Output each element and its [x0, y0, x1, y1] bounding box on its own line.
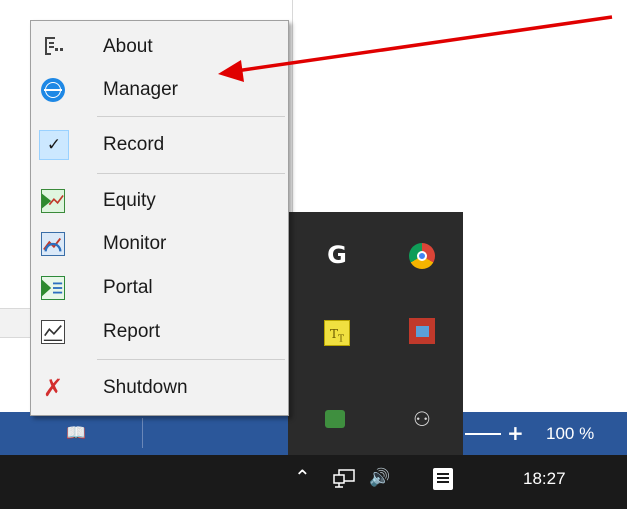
logitech-g-icon[interactable]: G	[324, 242, 350, 268]
menu-label-equity: Equity	[103, 190, 156, 211]
action-center-icon[interactable]	[433, 468, 453, 490]
menu-separator	[97, 173, 285, 174]
menu-label-record: Record	[103, 134, 165, 155]
zoom-level[interactable]: 100 %	[546, 423, 594, 445]
taskbar: ⌃ 🔊 18:27	[0, 455, 627, 509]
green-app-icon[interactable]	[325, 410, 345, 428]
globe-icon	[41, 78, 65, 102]
window-divider	[292, 0, 293, 212]
show-hidden-icons-chevron-icon[interactable]: ⌃	[294, 465, 311, 489]
checkmark-icon: ✓	[46, 135, 62, 155]
menu-separator	[97, 116, 285, 117]
menu-item-about[interactable]: About	[31, 27, 288, 67]
web-sync-icon[interactable]: ⚇	[413, 408, 439, 434]
tray-overflow-flyout: G TT ⚇	[288, 212, 463, 455]
menu-item-shutdown[interactable]: ✗ Shutdown	[31, 368, 288, 408]
shutdown-x-icon: ✗	[42, 374, 64, 402]
menu-item-report[interactable]: Report	[31, 312, 288, 352]
menu-label-about: About	[103, 36, 153, 57]
menu-item-monitor[interactable]: Monitor	[31, 224, 288, 264]
text-tool-icon[interactable]: TT	[324, 320, 350, 346]
menu-separator	[97, 359, 285, 360]
network-icon[interactable]	[333, 469, 355, 489]
equity-chart-icon	[41, 189, 65, 213]
menu-item-record[interactable]: ✓ Record	[31, 125, 288, 165]
menu-label-monitor: Monitor	[103, 233, 167, 254]
menu-item-equity[interactable]: Equity	[31, 181, 288, 221]
status-separator	[142, 418, 143, 448]
taskbar-clock[interactable]: 18:27	[523, 468, 566, 490]
screenshot-tool-icon[interactable]	[409, 318, 435, 344]
menu-label-portal: Portal	[103, 277, 153, 298]
menu-label-shutdown: Shutdown	[103, 377, 188, 398]
tray-context-menu: About Manager ✓ Record Equity Monitor Po…	[30, 20, 289, 416]
menu-item-portal[interactable]: Portal	[31, 268, 288, 308]
chrome-icon[interactable]	[409, 243, 435, 269]
zoom-slider[interactable]	[465, 433, 501, 435]
menu-label-manager: Manager	[103, 79, 178, 100]
monitor-chart-icon	[41, 232, 65, 256]
report-chart-icon	[41, 320, 65, 344]
portal-icon	[41, 276, 65, 300]
zoom-in-button[interactable]: +	[507, 420, 524, 446]
menu-item-manager[interactable]: Manager	[31, 70, 288, 110]
menu-label-report: Report	[103, 321, 161, 342]
volume-icon[interactable]: 🔊	[369, 468, 390, 488]
about-icon	[41, 35, 65, 59]
read-mode-icon[interactable]: 📖	[66, 424, 86, 442]
